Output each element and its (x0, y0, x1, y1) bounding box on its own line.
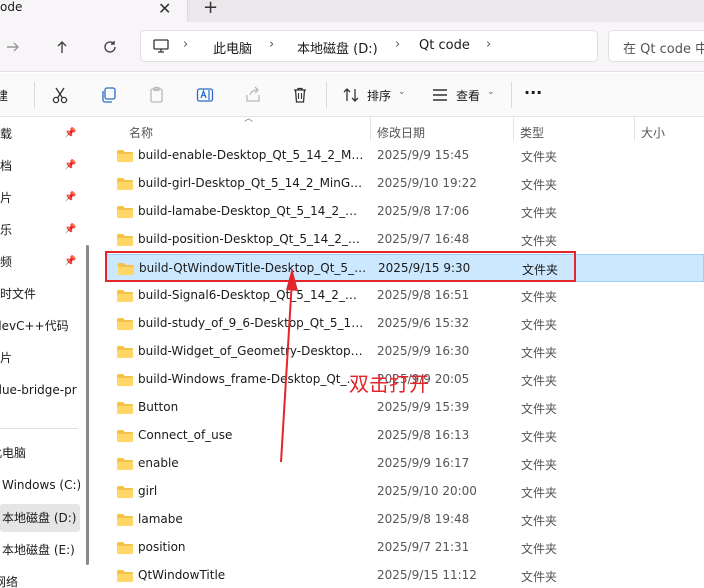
annotation-arrow (280, 268, 298, 463)
annotation-text: 双击打开 (349, 372, 429, 396)
